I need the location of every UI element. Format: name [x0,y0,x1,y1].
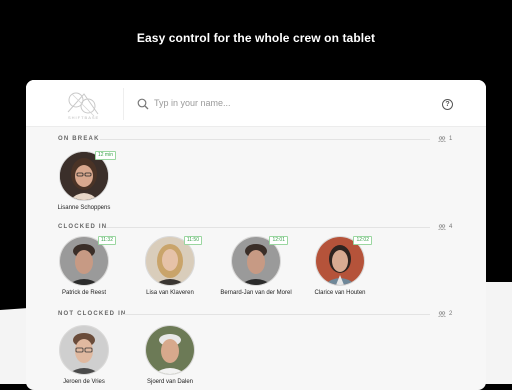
employee-card[interactable]: Jeroen de Vries [44,325,124,386]
section-count-not-clocked-in: 2 [438,311,452,317]
clock-in-time-badge: 12:01 [269,236,288,245]
clock-in-time-badge: 12:02 [353,236,372,245]
employee-name: Sjoerd van Dalen [146,379,194,385]
group-icon [438,136,446,142]
group-icon [438,311,446,317]
avatar [145,325,195,375]
search-input[interactable] [154,95,414,111]
avatar [59,325,109,375]
section-divider [106,227,430,228]
employee-card[interactable]: 12:01 Bernard-Jan van der Morel [216,236,296,297]
topbar-divider [123,88,124,120]
top-bar: SHIFTBASE ? [26,80,486,127]
logo-text: SHIFTBASE [68,115,100,120]
tablet-frame: SHIFTBASE ? ON BREAK 1 [26,80,486,390]
count-value: 4 [449,224,453,230]
break-duration-badge: 12 min [94,151,116,160]
employee-name: Jeroen de Vries [63,379,105,385]
employee-card[interactable]: Sjoerd van Dalen [130,325,210,386]
portrait-image [146,326,194,374]
employee-card[interactable]: 12:02 Clarice van Houten [300,236,380,297]
section-count-on-break: 1 [438,136,452,142]
group-icon [438,224,446,230]
employee-name: Patrick de Reest [61,290,107,296]
section-title-clocked-in: CLOCKED IN [58,224,108,230]
section-count-clocked-in: 4 [438,224,452,230]
section-divider [122,314,430,315]
clock-in-time-badge: 11:50 [183,236,202,245]
employee-card[interactable]: 11:50 Lisa van Klaveren [130,236,210,297]
headline: Easy control for the whole crew on table… [136,31,376,45]
employee-card[interactable]: 11:32 Patrick de Reest [44,236,124,297]
employee-name: Bernard-Jan van der Morel [220,290,292,296]
employee-name: Lisa van Klaveren [146,290,194,296]
employee-name: Lisanne Schoppens [57,205,111,211]
portrait-image [60,326,108,374]
clock-in-time-badge: 11:32 [97,236,116,245]
section-title-on-break: ON BREAK [58,136,100,142]
employee-card[interactable]: 12 min Lisanne Schoppens [44,151,124,212]
count-value: 1 [449,136,453,142]
employee-name: Clarice van Houten [314,290,366,296]
section-title-not-clocked-in: NOT CLOCKED IN [58,311,127,317]
search-icon [137,98,149,110]
help-icon[interactable]: ? [442,99,453,110]
section-divider [100,139,430,140]
count-value: 2 [449,311,453,317]
